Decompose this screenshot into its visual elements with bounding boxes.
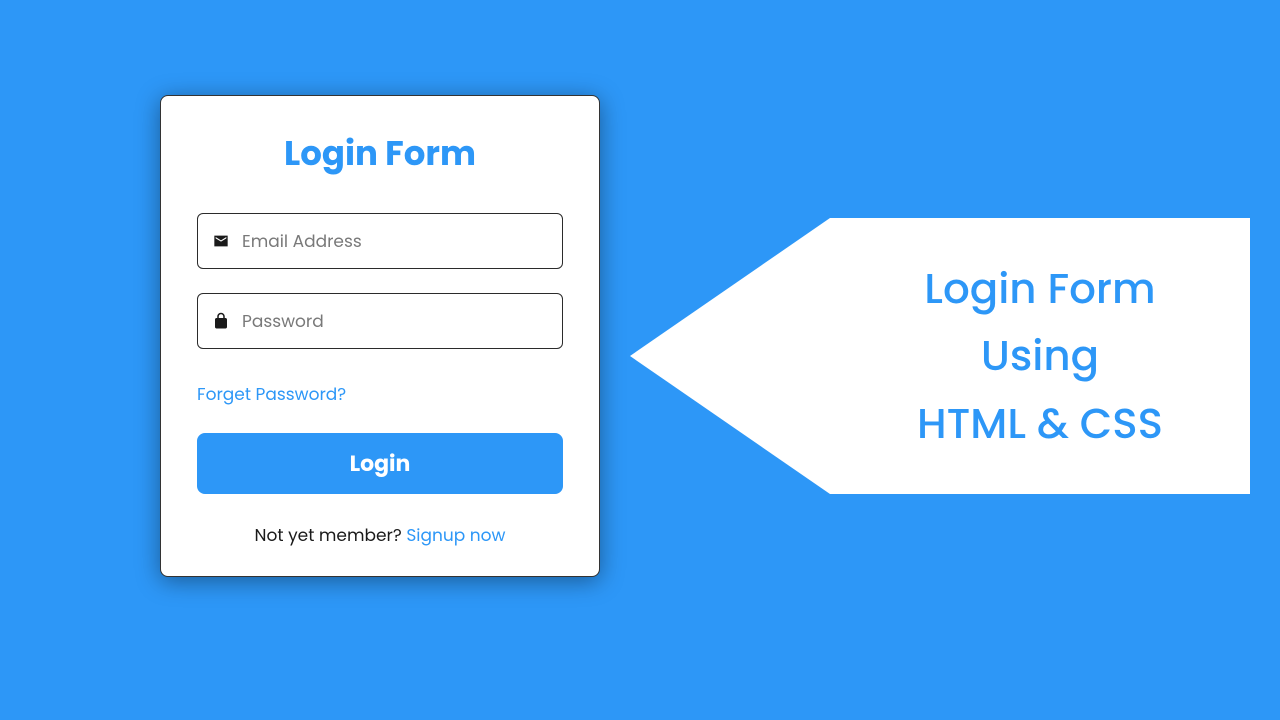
signup-row: Not yet member? Signup now [197,522,563,548]
password-field[interactable] [197,293,563,349]
callout-box: Login Form Using HTML & CSS [830,218,1250,494]
login-card: Login Form Forget Password? Login Not ye… [160,95,600,577]
password-input-wrapper [197,293,563,349]
forget-password-link[interactable]: Forget Password? [197,381,346,407]
signup-link[interactable]: Signup now [406,523,505,547]
envelope-icon [211,231,231,251]
callout-line-3: HTML & CSS [917,390,1163,457]
callout-line-1: Login Form [924,255,1155,322]
lock-icon [211,311,231,331]
callout-line-2: Using [981,322,1099,389]
login-button[interactable]: Login [197,433,563,494]
form-title: Login Form [197,128,563,179]
signup-text: Not yet member? [255,523,407,547]
email-input-wrapper [197,213,563,269]
email-field[interactable] [197,213,563,269]
callout-arrow [630,218,830,494]
